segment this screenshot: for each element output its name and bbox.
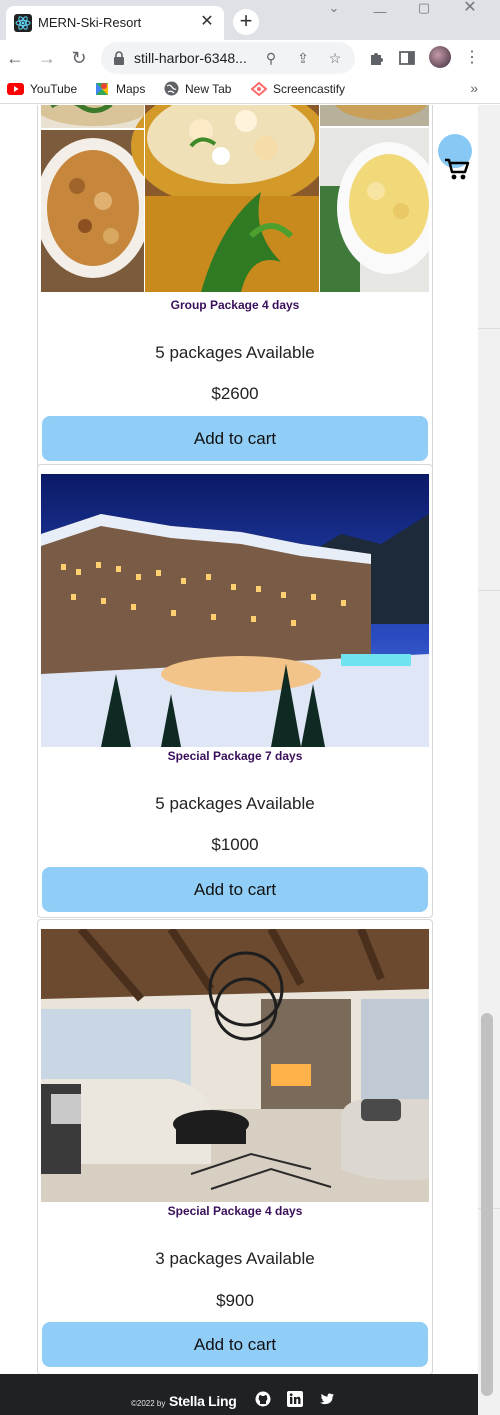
- add-to-cart-button[interactable]: Add to cart: [42, 867, 428, 912]
- package-availability: 5 packages Available: [155, 343, 315, 362]
- browser-toolbar: ← → ↻ still-harbor-6348... ⚲ ⇪ ☆ ⋮: [0, 40, 500, 76]
- url-text: still-harbor-6348...: [134, 50, 247, 66]
- package-price: $900: [216, 1291, 254, 1310]
- youtube-icon: [7, 82, 24, 95]
- browser-tab[interactable]: MERN-Ski-Resort ✕: [6, 6, 224, 40]
- address-bar[interactable]: still-harbor-6348... ⚲ ⇪ ☆: [101, 42, 355, 74]
- package-title: Group Package 4 days: [170, 298, 300, 312]
- bookmark-screencastify[interactable]: Screencastify: [251, 81, 345, 99]
- github-icon[interactable]: [255, 1391, 271, 1407]
- close-tab-icon[interactable]: ✕: [198, 13, 216, 31]
- divider: [478, 328, 500, 329]
- maximize-icon[interactable]: ▢: [402, 0, 446, 32]
- page-viewport: Group Package 4 days 5 packages Availabl…: [0, 105, 478, 1415]
- screencastify-icon: [251, 81, 267, 96]
- minimize-icon[interactable]: —: [358, 4, 402, 36]
- bookmarks-overflow-icon[interactable]: »: [470, 80, 478, 96]
- bookmarks-bar: YouTube Maps New Tab Screencastify »: [0, 76, 500, 104]
- extensions-icon[interactable]: [367, 49, 385, 67]
- package-image-food: [41, 105, 429, 292]
- site-footer: ©2022 by Stella Ling: [0, 1374, 478, 1415]
- package-title: Special Package 7 days: [167, 749, 303, 763]
- package-card: Special Package 4 days 3 packages Availa…: [37, 919, 433, 1375]
- package-card: Special Package 7 days 5 packages Availa…: [37, 464, 433, 918]
- star-icon[interactable]: ☆: [327, 50, 343, 66]
- share-icon[interactable]: ⇪: [295, 50, 311, 66]
- new-tab-button[interactable]: +: [233, 9, 259, 35]
- package-image-lodge-interior: [41, 929, 429, 1202]
- globe-icon: [164, 81, 179, 96]
- scrollbar-thumb[interactable]: [481, 1013, 493, 1396]
- package-price: $2600: [211, 384, 259, 403]
- footer-copyright: ©2022 by: [131, 1399, 166, 1408]
- maps-icon: [96, 83, 108, 95]
- add-to-cart-button[interactable]: Add to cart: [42, 1322, 428, 1367]
- react-icon: [14, 14, 32, 32]
- bookmark-new-tab[interactable]: New Tab: [164, 81, 231, 99]
- footer-author: Stella Ling: [169, 1393, 237, 1409]
- package-image-resort-night: [41, 474, 429, 747]
- side-panel-icon[interactable]: [398, 49, 416, 67]
- zoom-icon[interactable]: ⚲: [263, 50, 279, 66]
- package-availability: 5 packages Available: [155, 794, 315, 813]
- add-to-cart-button[interactable]: Add to cart: [42, 416, 428, 461]
- twitter-icon[interactable]: [319, 1391, 335, 1407]
- reload-icon[interactable]: ↻: [68, 48, 90, 70]
- close-window-icon[interactable]: ✕: [448, 0, 492, 32]
- package-price: $1000: [211, 835, 259, 854]
- browser-tab-bar: MERN-Ski-Resort ✕ + ⌄ — ▢ ✕: [0, 0, 500, 40]
- bookmark-maps[interactable]: Maps: [94, 81, 145, 99]
- lock-icon: [114, 51, 124, 65]
- more-menu-icon[interactable]: ⋮: [463, 49, 481, 67]
- bookmark-youtube[interactable]: YouTube: [7, 81, 77, 99]
- forward-icon[interactable]: →: [36, 48, 58, 70]
- back-icon[interactable]: ←: [4, 48, 26, 70]
- shopping-cart-icon[interactable]: [444, 157, 470, 181]
- tab-title: MERN-Ski-Resort: [38, 15, 142, 30]
- package-availability: 3 packages Available: [155, 1249, 315, 1268]
- package-title: Special Package 4 days: [167, 1204, 303, 1218]
- profile-avatar[interactable]: [429, 46, 451, 68]
- chevron-down-icon[interactable]: ⌄: [312, 0, 356, 32]
- linkedin-icon[interactable]: [287, 1391, 303, 1407]
- divider: [478, 590, 500, 591]
